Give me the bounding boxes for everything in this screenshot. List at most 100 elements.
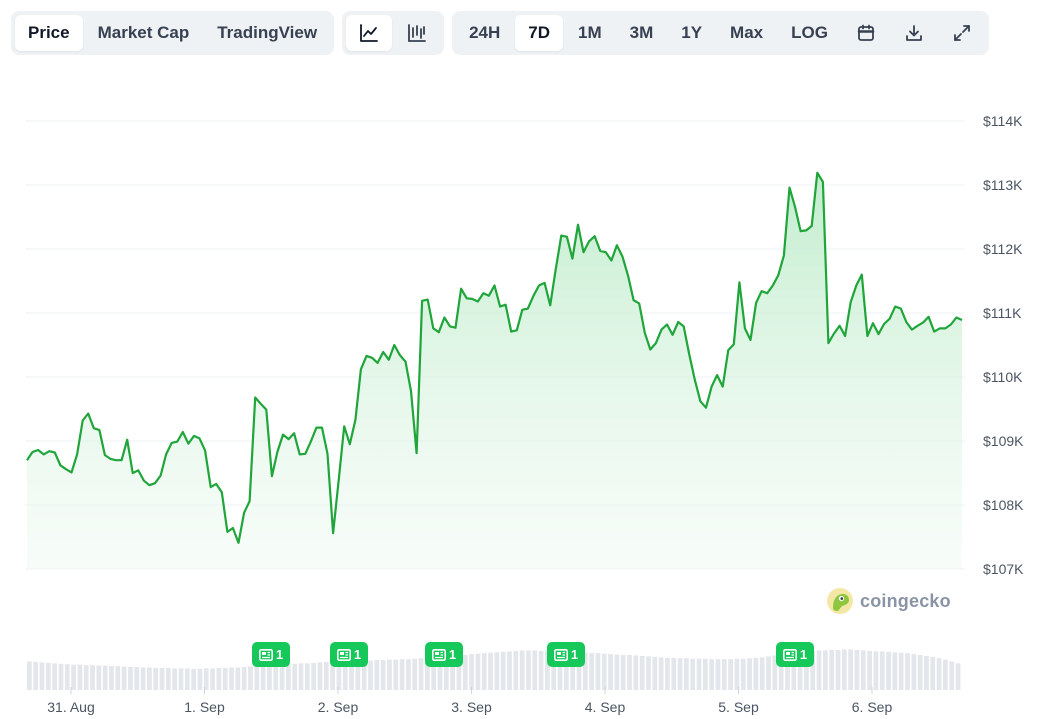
- volume-bar: [33, 661, 39, 690]
- range-3m-button[interactable]: 3M: [617, 15, 667, 51]
- y-tick-label: $110K: [983, 369, 1023, 385]
- expand-button[interactable]: [939, 15, 985, 51]
- news-marker-3[interactable]: 1: [425, 642, 463, 667]
- line-chart-button[interactable]: [346, 15, 393, 51]
- volume-bar: [652, 656, 658, 690]
- volume-bar: [898, 652, 904, 690]
- x-axis-ticks: 31. Aug 1. Sep 2. Sep 3. Sep 4. Sep 5. Sep 6. …: [47, 687, 892, 715]
- volume-bar: [197, 668, 203, 690]
- news-icon: [258, 648, 273, 661]
- volume-bar: [191, 668, 196, 690]
- volume-bar: [639, 655, 645, 690]
- news-marker-1[interactable]: 1: [252, 642, 290, 667]
- volume-bar: [715, 659, 721, 690]
- volume-bar: [52, 663, 57, 690]
- volume-bar: [905, 653, 910, 690]
- x-tick-label: 4. Sep: [585, 699, 626, 715]
- volume-bar: [924, 655, 929, 690]
- volume-bar: [298, 663, 304, 690]
- log-scale-button[interactable]: LOG: [778, 15, 841, 51]
- range-max-button[interactable]: Max: [717, 15, 776, 51]
- volume-bar: [279, 664, 285, 690]
- news-marker-5[interactable]: 1: [776, 642, 814, 667]
- price-chart-svg[interactable]: $107K $108K $109K $110K $111K $112K $113K $114K…: [0, 60, 1040, 719]
- y-tick-label: $113K: [983, 177, 1023, 193]
- volume-bar: [684, 658, 689, 690]
- news-marker-2[interactable]: 1: [330, 642, 368, 667]
- volume-bar: [886, 651, 891, 690]
- candlestick-chart-icon: [408, 24, 426, 42]
- volume-bar: [627, 655, 632, 690]
- volume-bar: [721, 659, 727, 690]
- watermark-text: coingecko: [860, 590, 951, 611]
- volume-bar: [646, 656, 651, 690]
- news-icon: [782, 648, 797, 661]
- volume-bar: [538, 650, 544, 690]
- range-1y-button[interactable]: 1Y: [668, 15, 715, 51]
- volume-bar: [412, 658, 418, 690]
- y-tick-label: $108K: [983, 497, 1024, 513]
- news-icon: [431, 648, 446, 661]
- volume-bar: [854, 649, 860, 690]
- x-tick-label: 5. Sep: [718, 699, 759, 715]
- range-7d-button[interactable]: 7D: [515, 15, 563, 51]
- volume-bar: [273, 665, 279, 690]
- volume-bar: [955, 663, 961, 690]
- volume-bar: [184, 668, 190, 690]
- volume-bar: [399, 659, 405, 690]
- expand-icon: [954, 25, 970, 41]
- range-24h-button[interactable]: 24H: [456, 15, 513, 51]
- download-button[interactable]: [891, 15, 937, 51]
- y-tick-label: $112K: [983, 241, 1023, 257]
- volume-bar: [323, 661, 329, 690]
- tab-tradingview[interactable]: TradingView: [204, 15, 330, 51]
- volume-bar: [71, 664, 76, 690]
- volume-bar: [210, 668, 215, 690]
- news-count: 1: [799, 647, 808, 662]
- range-tool-group: 24H 7D 1M 3M 1Y Max LOG: [452, 11, 989, 55]
- volume-bar: [260, 665, 266, 690]
- volume-bar: [709, 659, 715, 690]
- candlestick-chart-button[interactable]: [394, 15, 440, 51]
- volume-bar: [728, 659, 733, 690]
- volume-bar: [102, 665, 108, 690]
- volume-bar: [159, 667, 165, 690]
- volume-bar: [235, 667, 241, 690]
- volume-bar: [873, 651, 879, 690]
- range-1m-button[interactable]: 1M: [565, 15, 615, 51]
- volume-bar: [911, 654, 917, 690]
- volume-bar: [393, 659, 399, 690]
- tab-price[interactable]: Price: [15, 15, 83, 51]
- volume-bar: [949, 661, 955, 690]
- volume-bar: [39, 662, 45, 690]
- volume-bar: [690, 658, 696, 690]
- volume-bar: [519, 650, 525, 690]
- volume-bar: [172, 668, 178, 690]
- volume-bar: [96, 665, 102, 690]
- volume-bar: [917, 655, 923, 690]
- x-tick-label: 6. Sep: [852, 699, 893, 715]
- chart-toolbar: Price Market Cap TradingView 24H 7D 1M 3…: [11, 11, 989, 55]
- x-tick-label: 2. Sep: [318, 699, 359, 715]
- volume-bar: [77, 664, 83, 690]
- chart-type-group: [342, 11, 445, 55]
- volume-bar: [134, 667, 140, 690]
- coingecko-watermark: coingecko: [826, 587, 951, 615]
- volume-bar: [304, 663, 310, 690]
- volume-bars: [27, 649, 961, 690]
- volume-bar: [27, 661, 32, 690]
- calendar-icon: [857, 24, 875, 41]
- x-tick-label: 1. Sep: [184, 699, 225, 715]
- tab-market-cap[interactable]: Market Cap: [85, 15, 203, 51]
- volume-bar: [469, 654, 474, 690]
- volume-bar: [841, 649, 847, 690]
- volume-bar: [248, 666, 253, 690]
- price-chart[interactable]: $107K $108K $109K $110K $111K $112K $113K $114K…: [0, 60, 1040, 719]
- calendar-button[interactable]: [843, 15, 889, 51]
- x-tick-label: 3. Sep: [451, 699, 492, 715]
- volume-bar: [526, 650, 531, 690]
- coingecko-logo-icon: [827, 588, 853, 614]
- volume-bar: [374, 660, 380, 690]
- volume-bar: [759, 657, 765, 690]
- news-marker-4[interactable]: 1: [547, 642, 585, 667]
